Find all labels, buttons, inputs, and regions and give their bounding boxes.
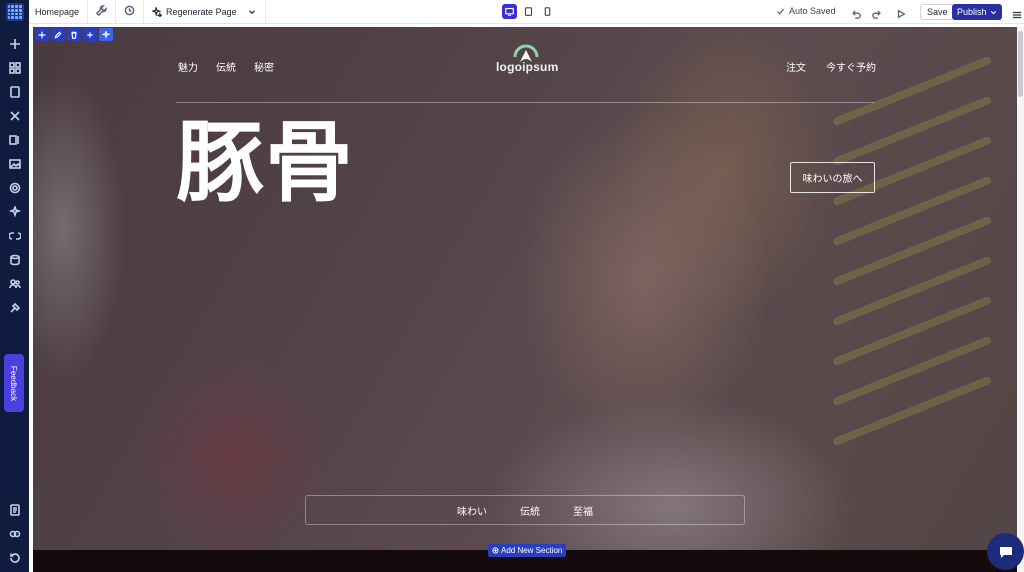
- nav-divider: [176, 102, 875, 103]
- notes-icon[interactable]: [8, 503, 22, 517]
- clock-icon[interactable]: [124, 3, 135, 21]
- feedback-tab[interactable]: Feedback: [4, 354, 24, 412]
- wrench-icon[interactable]: [95, 3, 107, 21]
- users-icon[interactable]: [8, 277, 22, 291]
- left-sidebar: Feedback: [0, 0, 29, 572]
- hero-image-overlay: [33, 27, 1017, 550]
- chevron-down-icon: [248, 9, 255, 14]
- ai-sparkle-icon[interactable]: [99, 28, 113, 41]
- logo-text: logoipsum: [496, 60, 559, 74]
- desktop-icon: [505, 7, 514, 16]
- edit-icon[interactable]: [51, 28, 65, 41]
- add-element-icon[interactable]: [8, 37, 22, 51]
- tablet-icon: [524, 7, 533, 16]
- nav-link[interactable]: 伝統: [216, 59, 236, 74]
- chat-support-button[interactable]: [987, 533, 1024, 570]
- hero-section[interactable]: 魅力 伝統 秘密 logoipsum 注文 今すぐ予約 豚骨 味わいの旅へ 味わ…: [33, 27, 1017, 550]
- regenerate-page-button[interactable]: Regenerate Page: [152, 6, 257, 17]
- hero-bottom-nav: 味わい 伝統 至福: [305, 495, 745, 525]
- site-nav-left: 魅力 伝統 秘密: [178, 59, 274, 74]
- site-nav-right: 注文 今すぐ予約: [786, 59, 876, 74]
- mobile-icon: [544, 7, 551, 16]
- section-toolbar: [35, 28, 113, 41]
- sections-icon[interactable]: [8, 61, 22, 75]
- chevron-down-icon: [990, 10, 996, 14]
- bottom-nav-link[interactable]: 味わい: [457, 503, 487, 518]
- media-icon[interactable]: [8, 157, 22, 171]
- sparkle-icon: [152, 6, 163, 17]
- editor-topbar: Homepage Regenerate Page Auto Saved Save…: [29, 0, 1024, 24]
- nav-link-order[interactable]: 注文: [786, 59, 806, 74]
- history-icon[interactable]: [8, 551, 22, 565]
- page-name[interactable]: Homepage: [35, 7, 79, 17]
- feedback-label: Feedback: [9, 365, 19, 401]
- move-icon[interactable]: [35, 28, 49, 41]
- nav-link[interactable]: 魅力: [178, 59, 198, 74]
- delete-icon[interactable]: [67, 28, 81, 41]
- ai-magic-icon[interactable]: [8, 205, 22, 219]
- site-logo[interactable]: logoipsum: [496, 41, 559, 74]
- chat-icon: [999, 546, 1012, 558]
- editor-canvas: 魅力 伝統 秘密 logoipsum 注文 今すぐ予約 豚骨 味わいの旅へ 味わ…: [33, 27, 1017, 572]
- preview-play-icon[interactable]: [896, 6, 906, 24]
- plugins-icon[interactable]: [8, 301, 22, 315]
- layout-icon[interactable]: [8, 133, 22, 147]
- autosave-status: Auto Saved: [776, 6, 836, 16]
- save-button[interactable]: Save: [920, 4, 955, 20]
- mobile-view-button[interactable]: [540, 4, 555, 19]
- scrollbar-thumb[interactable]: [1018, 31, 1023, 97]
- publish-button[interactable]: Publish: [952, 4, 1002, 20]
- nav-link[interactable]: 秘密: [254, 59, 274, 74]
- hamburger-menu-icon[interactable]: [1012, 7, 1022, 25]
- desktop-view-button[interactable]: [502, 4, 517, 19]
- canvas-scrollbar[interactable]: [1017, 27, 1024, 572]
- add-icon[interactable]: [83, 28, 97, 41]
- add-section-icon: [492, 547, 499, 554]
- autosave-label: Auto Saved: [789, 6, 836, 16]
- regenerate-label: Regenerate Page: [166, 6, 237, 17]
- bottom-nav-link[interactable]: 伝統: [520, 503, 540, 518]
- tablet-view-button[interactable]: [521, 4, 536, 19]
- cta-button[interactable]: 味わいの旅へ: [790, 162, 875, 193]
- hero-title[interactable]: 豚骨: [176, 114, 354, 212]
- redo-icon[interactable]: [872, 6, 882, 24]
- link-icon[interactable]: [8, 527, 22, 541]
- publish-label: Publish: [957, 7, 987, 17]
- bottom-nav-link[interactable]: 至福: [573, 503, 593, 518]
- undo-icon[interactable]: [851, 6, 861, 24]
- check-icon: [777, 8, 784, 15]
- tools-icon[interactable]: [8, 109, 22, 123]
- integrations-icon[interactable]: [8, 229, 22, 243]
- add-section-label: Add New Section: [501, 546, 563, 555]
- settings-icon[interactable]: [8, 181, 22, 195]
- app-logo-icon[interactable]: [5, 3, 24, 21]
- database-icon[interactable]: [8, 253, 22, 267]
- add-new-section-button[interactable]: Add New Section: [488, 544, 567, 557]
- nav-link-book[interactable]: 今すぐ予約: [826, 59, 876, 74]
- device-switcher: [502, 4, 555, 19]
- pages-icon[interactable]: [8, 85, 22, 99]
